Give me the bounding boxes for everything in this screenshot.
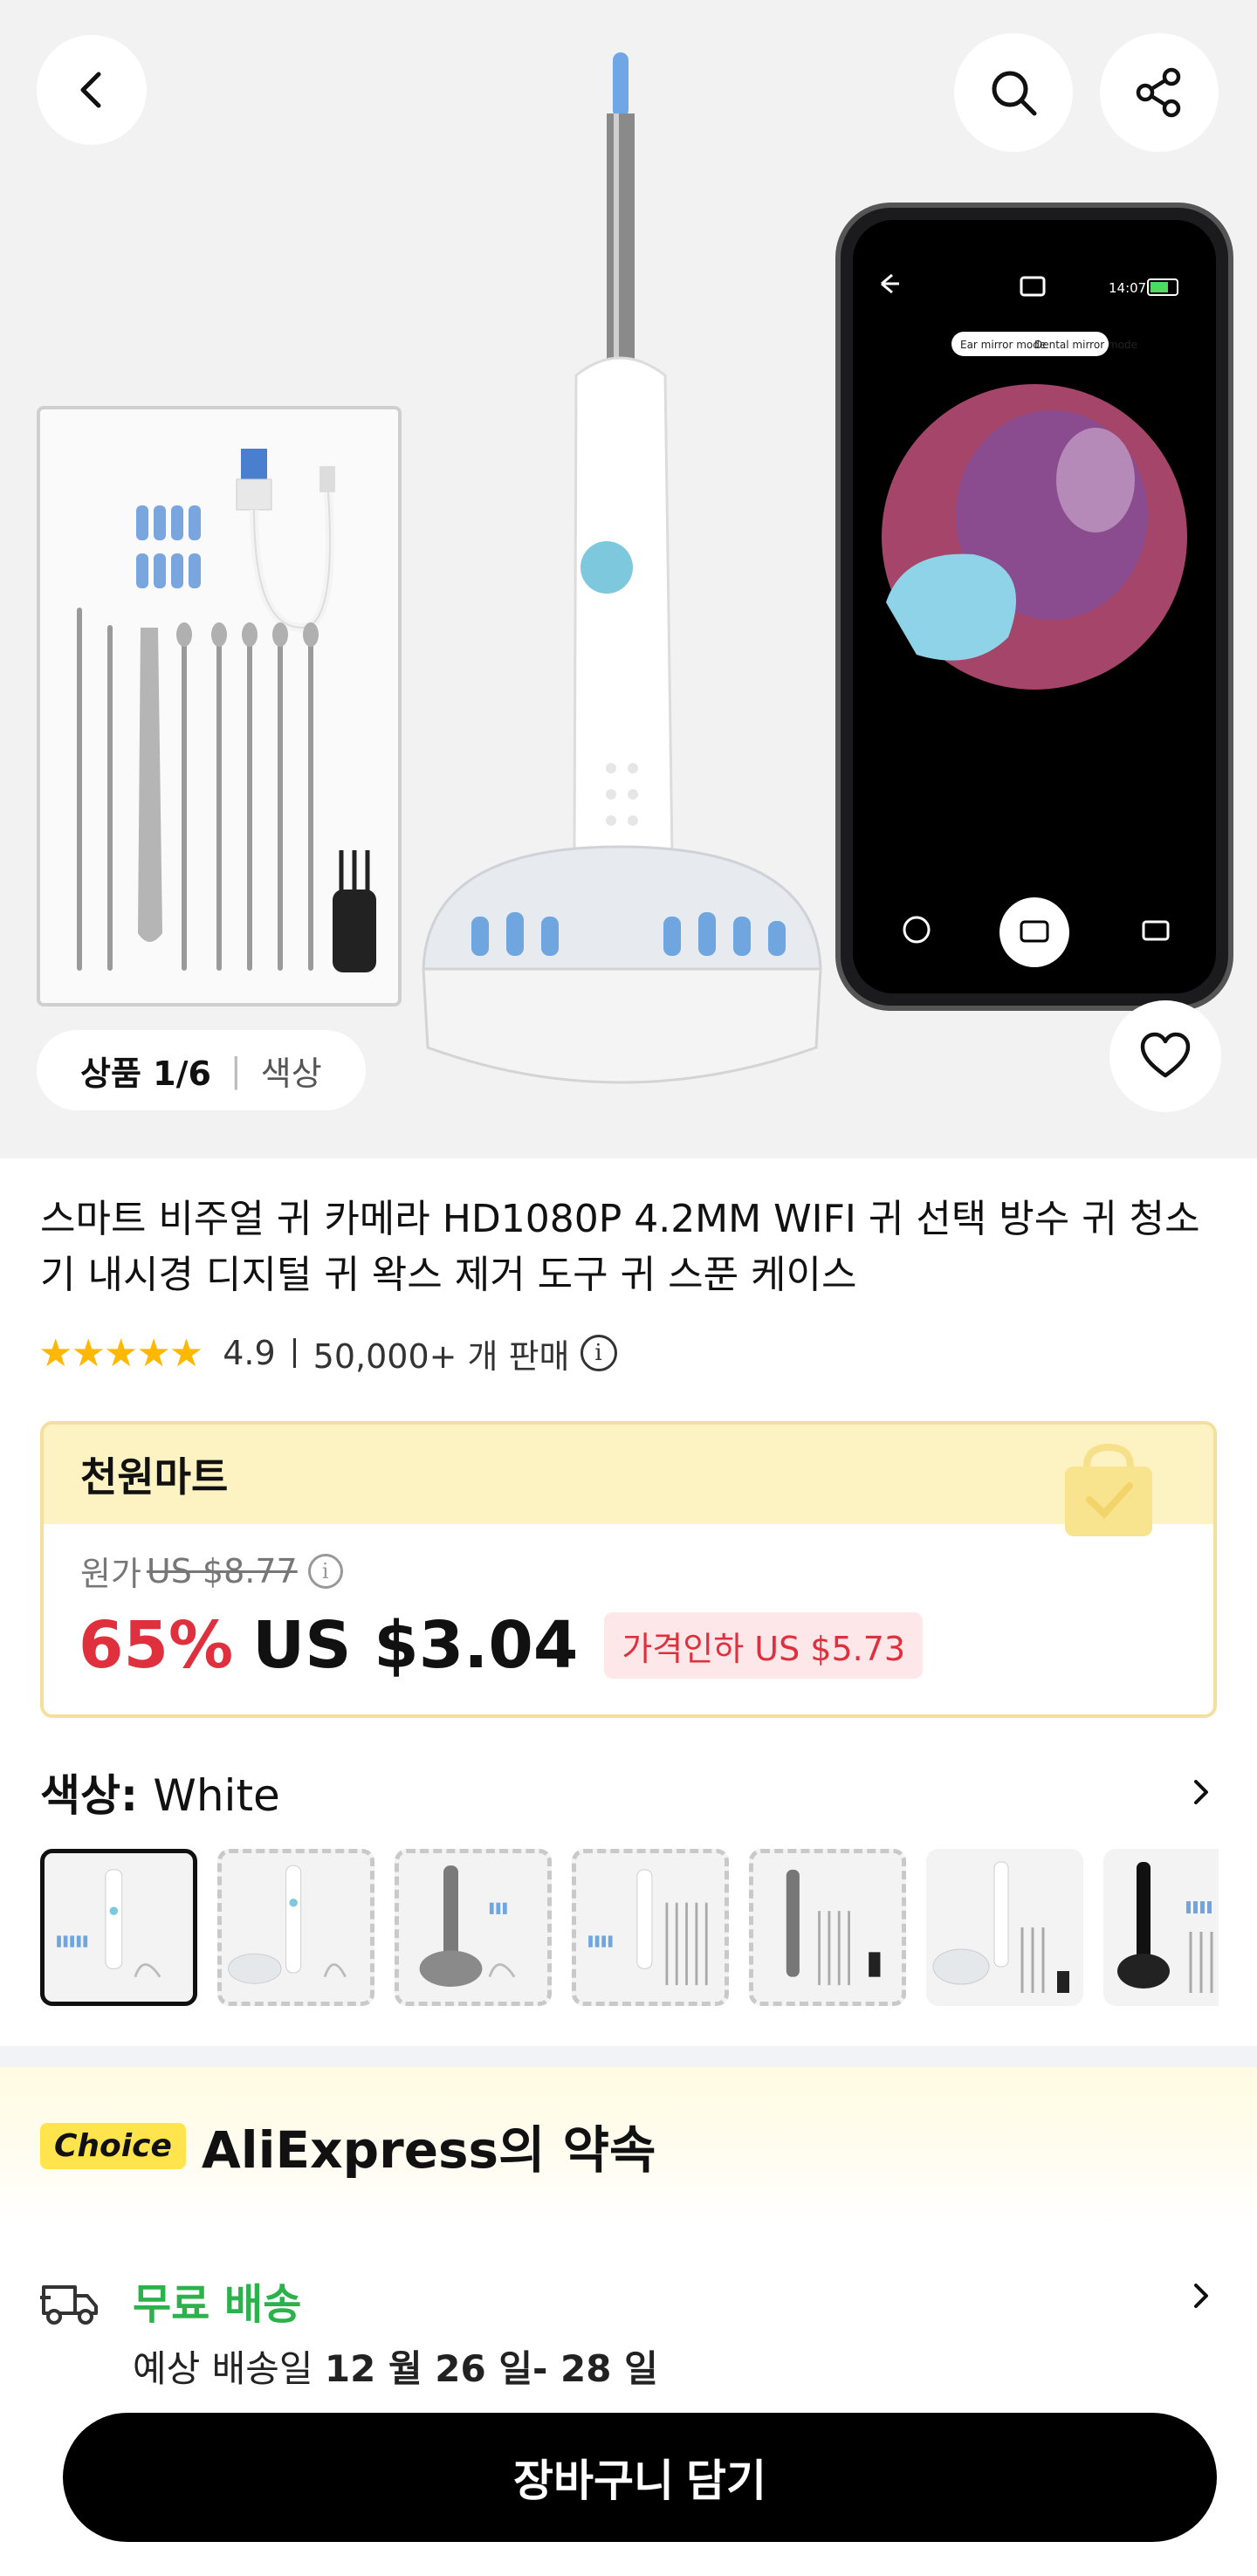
share-icon bbox=[1136, 67, 1181, 118]
product-title: 스마트 비주얼 귀 카메라 HD1080P 4.2MM WIFI 귀 선택 방수… bbox=[40, 1197, 1200, 1297]
choice-title: AliExpress의 약속 bbox=[201, 2120, 656, 2180]
color-label-prefix: 색상: bbox=[40, 1770, 138, 1821]
chevron-left-icon bbox=[80, 72, 101, 108]
chevron-right-icon bbox=[1194, 2284, 1208, 2308]
wishlist-button[interactable] bbox=[1109, 1000, 1221, 1112]
back-button[interactable] bbox=[37, 35, 147, 145]
deal-name: 천원마트 bbox=[80, 1453, 229, 1501]
color-option-thumbnail[interactable] bbox=[926, 1849, 1083, 2006]
color-option-thumbnail[interactable] bbox=[217, 1849, 374, 2006]
color-thumbnails bbox=[40, 1849, 1219, 2006]
free-shipping-label: 무료 배송 bbox=[133, 2280, 302, 2329]
discount-percent: 65% bbox=[79, 1608, 234, 1683]
search-button[interactable] bbox=[954, 33, 1073, 152]
sale-price: US $3.04 bbox=[252, 1608, 579, 1683]
heart-icon bbox=[1140, 1032, 1191, 1078]
rating-divider bbox=[292, 1338, 296, 1368]
rating-value: 4.9 bbox=[223, 1334, 276, 1372]
svg-text:14:07: 14:07 bbox=[1109, 280, 1146, 296]
delivery-date-prefix: 예상 배송일 bbox=[133, 2347, 313, 2390]
color-selector-header[interactable]: 색상: White bbox=[40, 1759, 1219, 1825]
accessory-kit-image bbox=[37, 406, 402, 1006]
otoscope-device-image bbox=[422, 52, 822, 1084]
choice-promise-banner: Choice AliExpress의 약속 bbox=[0, 2067, 1257, 2224]
color-option-thumbnail[interactable] bbox=[395, 1849, 552, 2006]
color-label: 색상: White bbox=[40, 1761, 280, 1824]
image-counter-color-link[interactable]: 색상 bbox=[261, 1047, 322, 1095]
info-icon[interactable]: i bbox=[580, 1335, 617, 1371]
deal-header: 천원마트 bbox=[44, 1425, 1213, 1536]
color-value: White bbox=[153, 1770, 280, 1821]
shopping-bag-icon bbox=[1065, 1443, 1152, 1536]
deal-card: 천원마트 원가 US $8.77 i 65% US $3.04 가격인하 US … bbox=[40, 1421, 1217, 1718]
info-icon[interactable]: i bbox=[307, 1553, 343, 1589]
original-price: US $8.77 bbox=[146, 1551, 298, 1590]
original-price-label: 원가 bbox=[80, 1555, 141, 1593]
original-price-row: 원가 US $8.77 i bbox=[80, 1547, 343, 1595]
phone-app-screen-image: 14:07 Ear mirror mode Dental mirror mode bbox=[835, 203, 1233, 1011]
sold-count: 50,000+ 개 판매 bbox=[313, 1336, 570, 1376]
chevron-right-icon bbox=[1194, 1780, 1208, 1804]
price-row: 65% US $3.04 가격인하 US $5.73 bbox=[79, 1608, 924, 1683]
rating-stars: ★★★★★ bbox=[38, 1330, 203, 1376]
color-option-thumbnail[interactable] bbox=[572, 1849, 729, 2006]
choice-badge: Choice bbox=[40, 2122, 186, 2169]
rating-row[interactable]: ★★★★★ 4.9 50,000+ 개 판매 i bbox=[38, 1327, 617, 1379]
color-option-thumbnail[interactable] bbox=[1103, 1849, 1219, 2006]
svg-text:Dental mirror mode: Dental mirror mode bbox=[1034, 339, 1137, 351]
section-divider bbox=[0, 2046, 1257, 2067]
product-image-gallery[interactable]: 14:07 Ear mirror mode Dental mirror mode… bbox=[0, 0, 1257, 1158]
color-option-thumbnail[interactable] bbox=[40, 1849, 197, 2006]
color-option-thumbnail[interactable] bbox=[749, 1849, 906, 2006]
truck-icon bbox=[40, 2285, 98, 2325]
add-to-cart-button[interactable]: 장바구니 담기 bbox=[63, 2413, 1217, 2542]
delivery-estimate: 예상 배송일 12 월 26 일- 28 일 bbox=[133, 2339, 658, 2393]
image-counter: 상품 1/6 | 색상 bbox=[37, 1030, 366, 1110]
image-counter-current: 상품 1/6 bbox=[80, 1054, 211, 1093]
delivery-date-range: 12 월 26 일- 28 일 bbox=[324, 2347, 658, 2390]
svg-text:Ear mirror mode: Ear mirror mode bbox=[960, 339, 1046, 351]
image-counter-separator: | bbox=[230, 1051, 242, 1089]
share-button[interactable] bbox=[1100, 33, 1219, 152]
price-drop-badge: 가격인하 US $5.73 bbox=[604, 1612, 924, 1679]
search-icon bbox=[992, 71, 1037, 116]
shipping-row[interactable]: 무료 배송 예상 배송일 12 월 26 일- 28 일 bbox=[40, 2259, 1219, 2408]
